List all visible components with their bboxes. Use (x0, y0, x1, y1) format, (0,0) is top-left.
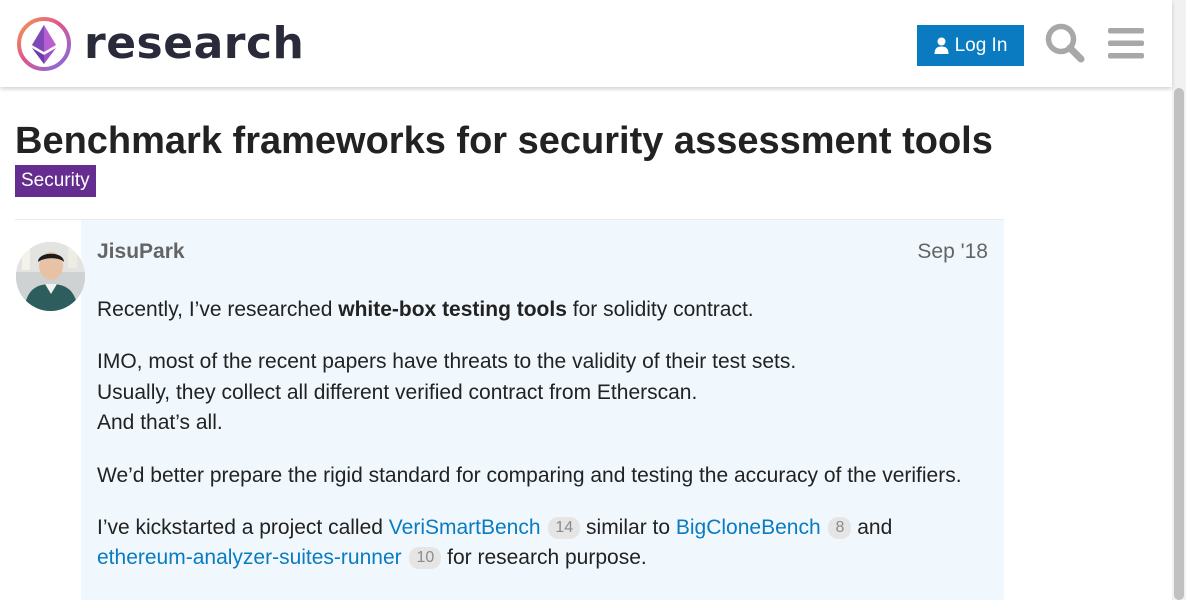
p1-bold-text: white-box testing tools (338, 298, 567, 321)
p2-line-1: IMO, most of the recent papers have thre… (97, 350, 797, 374)
p1-text-after: for solidity contract. (566, 298, 754, 321)
login-button[interactable]: Log In (917, 25, 1024, 66)
hamburger-menu-icon[interactable] (1105, 22, 1147, 64)
login-label: Log In (954, 34, 1008, 56)
link-click-count: 14 (548, 517, 581, 540)
p2-line-2: Usually, they collect all different veri… (97, 380, 698, 404)
p2-line-3: And that’s all. (97, 411, 223, 435)
ethereum-logo-icon (17, 17, 71, 71)
link-verismartbench[interactable]: VeriSmartBench (389, 516, 541, 539)
p4-text-middle: similar to (580, 516, 676, 540)
post-paragraph-3: We’d better prepare the rigid standard f… (97, 463, 962, 487)
site-logo[interactable]: research (16, 16, 304, 72)
link-bigclonebench[interactable]: BigCloneBench (676, 516, 821, 539)
p4-text-after: for research purpose. (441, 546, 647, 570)
link-click-count: 8 (828, 517, 852, 540)
site-header: research Log In (0, 0, 1172, 87)
post-body: Recently, I’ve researched white-box test… (97, 295, 977, 596)
post-paragraph-2: IMO, most of the recent papers have thre… (97, 347, 977, 438)
p4-text-before: I’ve kickstarted a project called (97, 516, 389, 540)
p1-text-before: Recently, I’ve researched (97, 298, 339, 321)
user-avatar-photo (16, 242, 85, 311)
category-badge[interactable]: Security (15, 165, 96, 197)
user-icon (934, 37, 949, 54)
avatar[interactable] (16, 242, 85, 311)
post-paragraph-1: Recently, I’ve researched white-box test… (97, 295, 977, 325)
link-click-count: 10 (409, 547, 442, 570)
post-username[interactable]: JisuPark (97, 240, 185, 264)
link-ethereum-analyzer-suites-runner[interactable]: ethereum-analyzer-suites-runner (97, 546, 402, 569)
topic-title[interactable]: Benchmark frameworks for security assess… (15, 118, 993, 164)
site-name: research (84, 18, 305, 69)
p4-text-and: and (851, 516, 893, 540)
post-date[interactable]: Sep '18 (917, 240, 988, 264)
search-icon[interactable] (1044, 22, 1086, 64)
post-paragraph-4: I’ve kickstarted a project called VeriSm… (97, 513, 977, 574)
scrollbar-thumb[interactable] (1174, 88, 1184, 600)
